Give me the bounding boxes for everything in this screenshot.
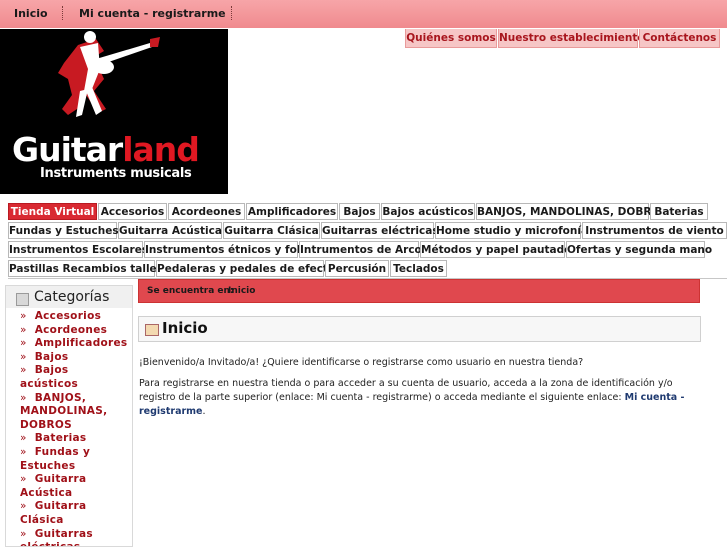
nav-separator bbox=[231, 6, 232, 20]
edit-pencil-icon bbox=[145, 324, 159, 336]
tab-guitarra-acustica[interactable]: Guitarra Acústica bbox=[118, 222, 222, 239]
sidebar-item-fundas[interactable]: »Fundas y Estuches bbox=[8, 446, 133, 473]
tab-ofertas[interactable]: Ofertas y segunda mano bbox=[566, 241, 705, 258]
folder-icon bbox=[16, 293, 29, 306]
account-link[interactable]: Mi cuenta - registrarme bbox=[79, 7, 226, 20]
sidebar-item-amplificadores[interactable]: »Amplificadores bbox=[8, 337, 133, 351]
sidebar-title: Categorías bbox=[34, 289, 109, 305]
tab-pastillas[interactable]: Pastillas Recambios taller bbox=[8, 260, 155, 277]
sidebar-item-acordeones[interactable]: »Acordeones bbox=[8, 324, 133, 338]
site-logo[interactable]: Guitarland Instruments musicals bbox=[0, 29, 228, 194]
tab-pedaleras[interactable]: Pedaleras y pedales de efecto bbox=[156, 260, 324, 277]
breadcrumb: Se encuentra en: Inicio bbox=[138, 279, 700, 303]
sidebar-item-accesorios[interactable]: »Accesorios bbox=[8, 310, 133, 324]
tab-arco[interactable]: Intrumentos de Arco bbox=[299, 241, 419, 258]
tab-percusion[interactable]: Percusión bbox=[325, 260, 389, 277]
tab-etnicos[interactable]: Instrumentos étnicos y folk bbox=[144, 241, 298, 258]
welcome-text: ¡Bienvenido/a Invitado/a! ¿Quiere identi… bbox=[139, 356, 709, 370]
tab-guitarras-electricas[interactable]: Guitarras eléctricas bbox=[321, 222, 434, 239]
our-store-link[interactable]: Nuestro establecimiento bbox=[498, 29, 638, 48]
tab-teclados[interactable]: Teclados bbox=[390, 260, 447, 277]
tab-amplificadores[interactable]: Amplificadores bbox=[246, 203, 338, 220]
sidebar-item-bajos[interactable]: »Bajos bbox=[8, 351, 133, 365]
sidebar-item-banjos[interactable]: »BANJOS, MANDOLINAS, DOBROS bbox=[8, 392, 133, 433]
sidebar-header: Categorías bbox=[6, 286, 132, 308]
contact-link[interactable]: Contáctenos bbox=[639, 29, 720, 48]
register-text: Para registrarse en nuestra tienda o par… bbox=[139, 377, 699, 419]
tab-bajos-acusticos[interactable]: Bajos acústicos bbox=[381, 203, 475, 220]
nav-separator bbox=[62, 6, 63, 20]
home-link[interactable]: Inicio bbox=[14, 7, 48, 20]
about-us-link[interactable]: Quiénes somos bbox=[405, 29, 497, 48]
breadcrumb-current[interactable]: Inicio bbox=[228, 286, 255, 296]
categories-sidebar: Categorías »Accesorios »Acordeones »Ampl… bbox=[5, 285, 133, 547]
category-list: »Accesorios »Acordeones »Amplificadores … bbox=[8, 310, 133, 547]
brand-name: Guitarland bbox=[12, 130, 199, 169]
tab-metodos[interactable]: Métodos y papel pautado bbox=[420, 241, 565, 258]
tab-fundas[interactable]: Fundas y Estuches bbox=[8, 222, 117, 239]
tab-viento[interactable]: Instrumentos de viento bbox=[582, 222, 727, 239]
sidebar-item-baterias[interactable]: »Baterias bbox=[8, 432, 133, 446]
tab-guitarra-clasica[interactable]: Guitarra Clásica bbox=[223, 222, 320, 239]
top-nav-bar: Inicio Mi cuenta - registrarme bbox=[0, 0, 727, 28]
guitarist-logo-icon bbox=[0, 29, 228, 129]
tab-baterias[interactable]: Baterias bbox=[650, 203, 708, 220]
tab-acordeones[interactable]: Acordeones bbox=[168, 203, 245, 220]
tab-banjos[interactable]: BANJOS, MANDOLINAS, DOBROS bbox=[476, 203, 649, 220]
tab-escolares[interactable]: Instrumentos Escolares bbox=[8, 241, 143, 258]
sidebar-item-guitarra-clasica[interactable]: »Guitarra Clásica bbox=[8, 500, 133, 527]
tab-home-studio[interactable]: Home studio y microfonía bbox=[435, 222, 581, 239]
breadcrumb-label: Se encuentra en: bbox=[147, 286, 234, 296]
sidebar-item-guitarra-acustica[interactable]: »Guitarra Acústica bbox=[8, 473, 133, 500]
tab-tienda-virtual[interactable]: Tienda Virtual bbox=[8, 203, 97, 220]
tab-accesorios[interactable]: Accesorios bbox=[98, 203, 167, 220]
tab-bajos[interactable]: Bajos bbox=[339, 203, 380, 220]
page-title: Inicio bbox=[162, 319, 208, 337]
sidebar-item-bajos-acusticos[interactable]: »Bajos acústicos bbox=[8, 364, 133, 391]
page-heading: Inicio bbox=[138, 316, 701, 342]
sidebar-item-guitarras-electricas[interactable]: »Guitarras eléctricas bbox=[8, 528, 133, 547]
brand-tagline: Instruments musicals bbox=[40, 166, 191, 181]
